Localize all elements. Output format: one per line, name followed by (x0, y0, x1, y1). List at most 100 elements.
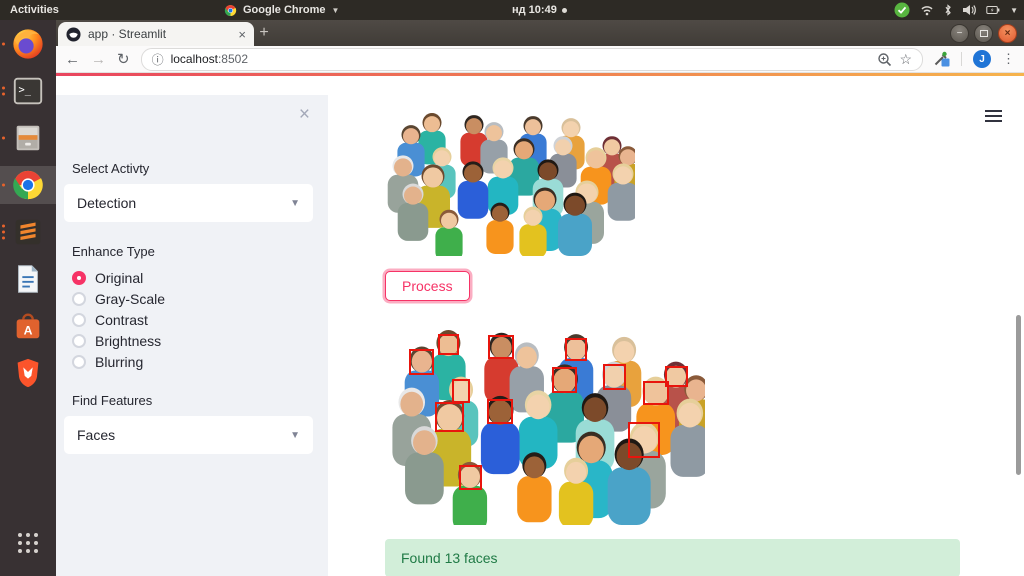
caret-down-icon: ▼ (290, 198, 300, 209)
face-box (643, 381, 669, 405)
radio-option-gray-scale[interactable]: Gray-Scale (72, 288, 313, 309)
caret-down-icon: ▼ (290, 430, 300, 441)
face-detection-boxes (389, 319, 705, 525)
window-controls: − × (950, 24, 1017, 43)
face-box (552, 367, 577, 393)
success-message-text: Found 13 faces (401, 550, 498, 566)
desktop: Activities Google Chrome ▼ нд 10:49 (0, 0, 1024, 576)
process-button[interactable]: Process (385, 271, 470, 301)
tab-strip: app · Streamlit × + − × (56, 20, 1024, 46)
check-circle-icon (894, 2, 910, 18)
main-content: Process Found 13 faces (328, 95, 1024, 576)
radio-selected-icon[interactable] (72, 271, 86, 285)
radio-unselected-icon[interactable] (72, 313, 86, 327)
face-box (409, 349, 434, 375)
radio-option-contrast[interactable]: Contrast (72, 309, 313, 330)
sidebar-close-icon[interactable]: × (299, 105, 310, 124)
streamlit-favicon (66, 27, 81, 42)
dock-item-sublime-text[interactable] (0, 213, 56, 251)
window-indicator (2, 137, 5, 140)
clock-menu[interactable]: нд 10:49 (512, 4, 567, 16)
wifi-icon (920, 4, 934, 16)
close-window-button[interactable]: × (998, 24, 1017, 43)
dock-item-file-manager[interactable] (0, 119, 56, 157)
url-host: localhost (171, 52, 218, 66)
streamlit-menu-icon[interactable] (985, 110, 1002, 125)
page-scrollbar[interactable] (1016, 315, 1021, 475)
radio-option-label: Blurring (95, 354, 143, 370)
window-indicator (2, 184, 5, 187)
battery-icon (986, 5, 1000, 15)
ubuntu-software-icon: A (11, 309, 45, 343)
bookmark-star-icon[interactable]: ☆ (899, 51, 912, 68)
back-button[interactable]: ← (65, 52, 80, 67)
radio-unselected-icon[interactable] (72, 334, 86, 348)
app-menu[interactable]: Google Chrome ▼ (224, 4, 339, 17)
browser-window: app · Streamlit × + − × ← → ↻ ⓘ localhos… (56, 20, 1024, 576)
dock-item-firefox[interactable] (0, 25, 56, 63)
maximize-button[interactable] (974, 24, 993, 43)
show-applications-button[interactable] (0, 524, 56, 562)
enhance-type-radio-group: Original Gray-Scale Contrast Brightness Blur… (72, 267, 313, 372)
site-info-icon[interactable]: ⓘ (152, 51, 164, 68)
dock-item-terminal[interactable]: >_ (0, 72, 56, 110)
system-status-area[interactable]: ▼ (894, 2, 1018, 18)
file-manager-icon (11, 121, 45, 155)
face-box (603, 364, 626, 390)
streamlit-app: × Select Activty Detection ▼ Enhance Typ… (56, 95, 1024, 576)
chevron-down-icon: ▼ (1010, 6, 1018, 15)
dock-item-ubuntu-software[interactable]: A (0, 307, 56, 345)
terminal-icon: >_ (11, 74, 45, 108)
minimize-button[interactable]: − (950, 24, 969, 43)
chrome-logo-icon (224, 4, 237, 17)
zoom-icon[interactable] (877, 52, 892, 67)
face-box (459, 465, 482, 490)
dock-item-chrome[interactable] (0, 166, 56, 204)
profile-avatar[interactable]: J (973, 50, 991, 68)
reload-button[interactable]: ↻ (117, 52, 130, 67)
tab-close-icon[interactable]: × (238, 27, 246, 42)
features-select-value: Faces (77, 427, 115, 443)
activity-select-value: Detection (77, 195, 136, 211)
find-features-label: Find Features (72, 393, 313, 408)
face-box (488, 335, 514, 359)
sublime-text-icon (11, 215, 45, 249)
radio-option-brightness[interactable]: Brightness (72, 330, 313, 351)
window-indicator (2, 43, 5, 46)
processed-image (389, 319, 705, 525)
dock: >_ (0, 20, 56, 576)
face-box (628, 422, 660, 457)
forward-button[interactable]: → (91, 52, 106, 67)
original-image (385, 105, 635, 256)
radio-option-label: Brightness (95, 333, 161, 349)
libreoffice-writer-icon (11, 262, 45, 296)
radio-option-label: Gray-Scale (95, 291, 165, 307)
face-box (487, 399, 513, 424)
face-box (435, 402, 464, 432)
radio-option-blurring[interactable]: Blurring (72, 351, 313, 372)
colorzilla-extension-icon[interactable] (934, 51, 950, 67)
face-box (565, 338, 587, 361)
dock-item-brave[interactable] (0, 354, 56, 392)
app-grid-icon (16, 531, 40, 555)
address-bar[interactable]: ⓘ localhost:8502 ☆ (141, 48, 923, 71)
browser-tab[interactable]: app · Streamlit × (58, 22, 254, 46)
face-box (452, 379, 470, 403)
new-tab-button[interactable]: + (252, 23, 276, 43)
activity-select[interactable]: Detection ▼ (64, 184, 313, 222)
gnome-top-bar: Activities Google Chrome ▼ нд 10:49 (0, 0, 1024, 20)
activities-button[interactable]: Activities (10, 4, 59, 16)
chevron-down-icon: ▼ (332, 6, 340, 15)
svg-text:A: A (24, 324, 33, 338)
browser-menu-icon[interactable]: ⋮ (1002, 51, 1015, 67)
radio-unselected-icon[interactable] (72, 355, 86, 369)
face-box (438, 334, 459, 355)
chrome-icon (11, 168, 45, 202)
browser-toolbar: ← → ↻ ⓘ localhost:8502 ☆ J ⋮ (56, 46, 1024, 73)
brave-icon (11, 356, 45, 390)
toolbar-divider (961, 52, 962, 66)
radio-option-original[interactable]: Original (72, 267, 313, 288)
features-select[interactable]: Faces ▼ (64, 416, 313, 454)
radio-unselected-icon[interactable] (72, 292, 86, 306)
dock-item-libreoffice-writer[interactable] (0, 260, 56, 298)
